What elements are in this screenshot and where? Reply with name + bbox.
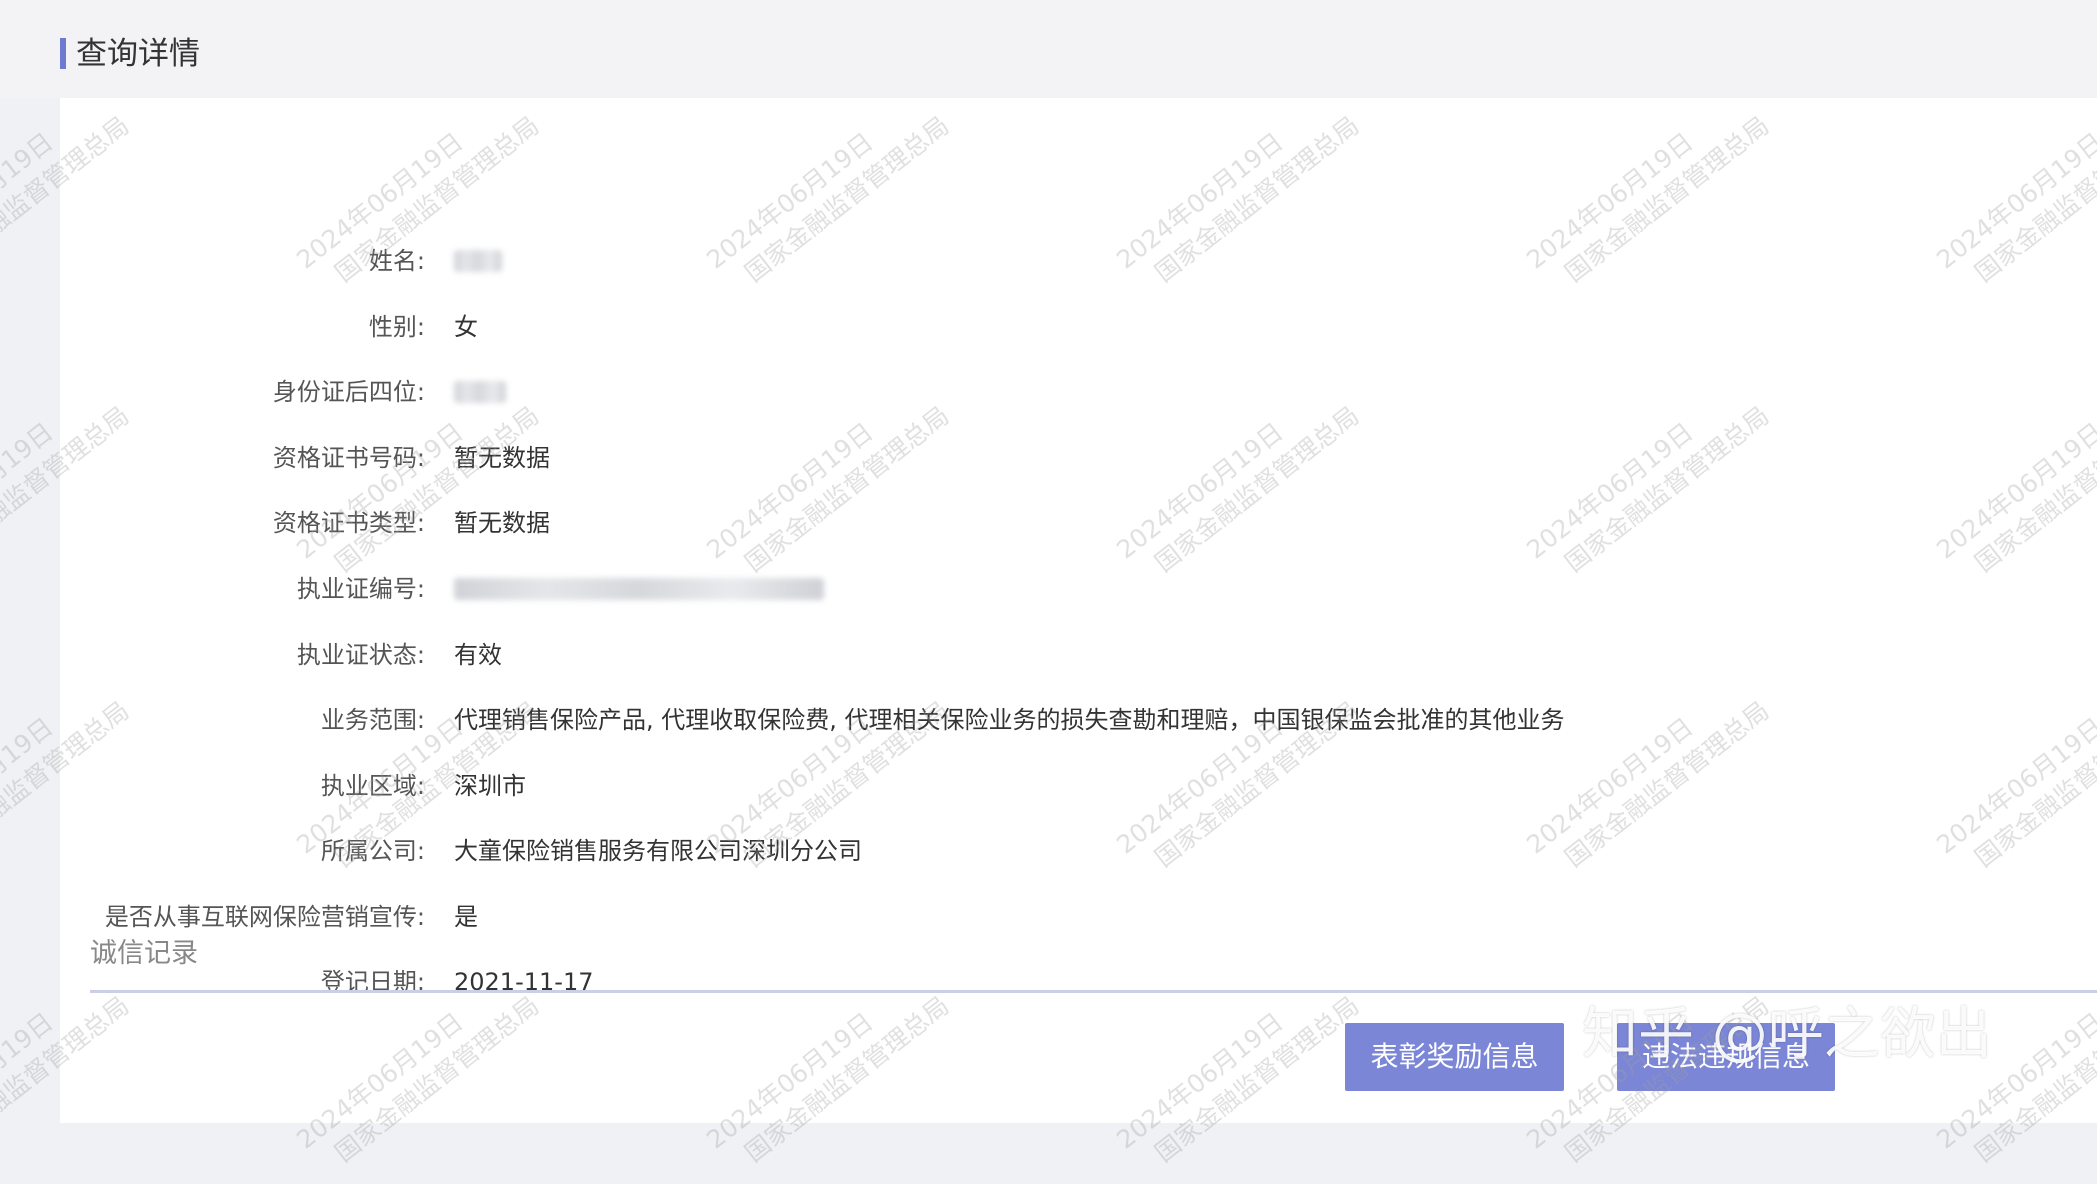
field-value: 深圳市 bbox=[454, 772, 526, 800]
field-label: 是否从事互联网保险营销宣传: bbox=[104, 903, 425, 931]
field-id-last-four: 身份证后四位: bbox=[60, 372, 2097, 412]
redacted-blur bbox=[454, 381, 506, 403]
field-label: 身份证后四位: bbox=[272, 378, 425, 406]
field-license-number: 执业证编号: bbox=[60, 569, 2097, 609]
page-header: 查询详情 bbox=[0, 0, 2097, 98]
field-value: 代理销售保险产品, 代理收取保险费, 代理相关保险业务的损失查勘和理赔，中国银保… bbox=[454, 706, 1565, 734]
field-label: 执业区域: bbox=[320, 772, 425, 800]
field-value: 是 bbox=[454, 903, 478, 931]
field-label: 业务范围: bbox=[320, 706, 425, 734]
field-name: 姓名: bbox=[60, 241, 2097, 281]
field-license-status: 执业证状态: 有效 bbox=[60, 635, 2097, 675]
page-title: 查询详情 bbox=[76, 36, 200, 72]
field-label: 资格证书类型: bbox=[272, 509, 425, 537]
field-value: 女 bbox=[454, 313, 478, 341]
award-info-button[interactable]: 表彰奖励信息 bbox=[1345, 1023, 1564, 1091]
redacted-blur bbox=[454, 578, 824, 600]
field-business-scope: 业务范围: 代理销售保险产品, 代理收取保险费, 代理相关保险业务的损失查勘和理… bbox=[60, 700, 2097, 740]
field-label: 性别: bbox=[368, 313, 425, 341]
field-label: 姓名: bbox=[368, 247, 425, 275]
field-value-redacted bbox=[454, 241, 502, 284]
field-gender: 性别: 女 bbox=[60, 307, 2097, 347]
credit-divider bbox=[90, 990, 2097, 993]
field-practice-region: 执业区域: 深圳市 bbox=[60, 766, 2097, 806]
field-label: 所属公司: bbox=[320, 837, 425, 865]
field-value-redacted bbox=[454, 569, 824, 612]
credit-section-title: 诚信记录 bbox=[90, 938, 198, 969]
field-value: 大童保险销售服务有限公司深圳分公司 bbox=[454, 837, 862, 865]
title-accent-bar bbox=[60, 38, 66, 69]
field-label: 资格证书号码: bbox=[272, 444, 425, 472]
field-internet-marketing: 是否从事互联网保险营销宣传: 是 bbox=[60, 897, 2097, 937]
field-cert-number: 资格证书号码: 暂无数据 bbox=[60, 438, 2097, 478]
field-company: 所属公司: 大童保险销售服务有限公司深圳分公司 bbox=[60, 831, 2097, 871]
field-value: 2021-11-17 bbox=[454, 968, 594, 996]
field-cert-type: 资格证书类型: 暂无数据 bbox=[60, 503, 2097, 543]
redacted-blur bbox=[454, 250, 502, 272]
detail-panel: 姓名: 性别: 女 身份证后四位: 资格证书号码: 暂无数据 资格证书类型: 暂… bbox=[60, 98, 2097, 1123]
field-value-redacted bbox=[454, 372, 506, 415]
field-registration-date: 登记日期: 2021-11-17 bbox=[60, 962, 2097, 1002]
field-value: 暂无数据 bbox=[454, 444, 550, 472]
field-value: 暂无数据 bbox=[454, 509, 550, 537]
zhihu-overlay-watermark: 知乎 @呼之欲出 bbox=[1582, 1002, 1992, 1067]
field-label: 执业证编号: bbox=[296, 575, 425, 603]
field-value: 有效 bbox=[454, 641, 502, 669]
field-label: 执业证状态: bbox=[296, 641, 425, 669]
